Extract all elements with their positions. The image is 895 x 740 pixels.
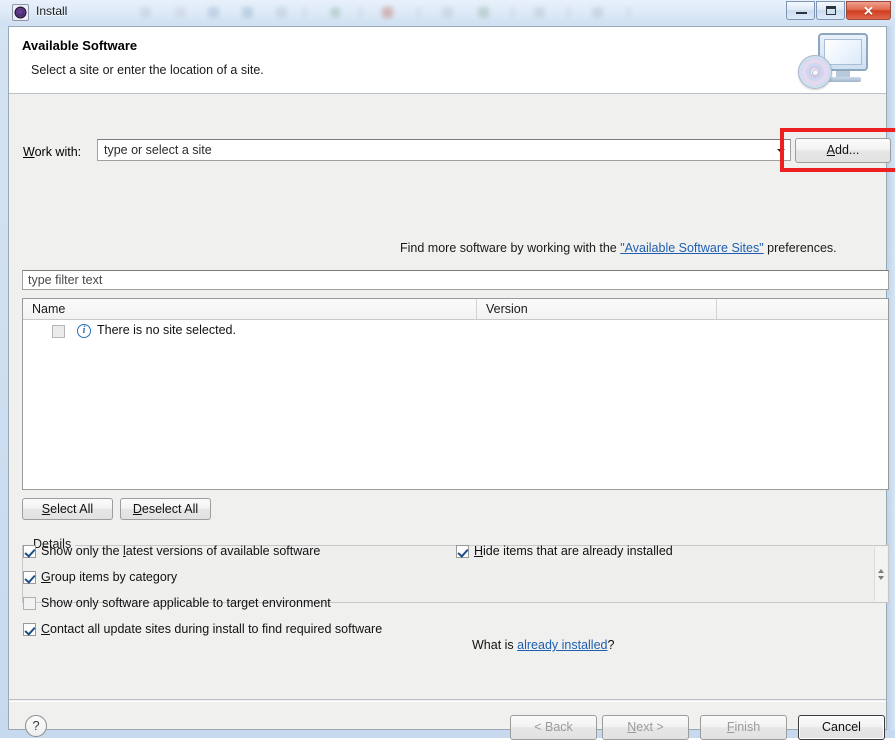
title-bar: Install ✕ xyxy=(0,0,895,25)
add-button[interactable]: Add... xyxy=(795,138,891,163)
maximize-button[interactable] xyxy=(816,1,845,20)
checkbox[interactable] xyxy=(23,623,36,636)
option-label: Group items by category xyxy=(41,570,178,584)
eclipse-install-icon xyxy=(12,4,29,21)
select-all-button[interactable]: Select All xyxy=(22,498,113,520)
available-software-sites-link[interactable]: "Available Software Sites" xyxy=(620,241,763,255)
next-button[interactable]: Next > xyxy=(602,715,689,740)
minimize-button[interactable] xyxy=(786,1,815,20)
checkbox[interactable] xyxy=(23,545,36,558)
finish-button[interactable]: Finish xyxy=(700,715,787,740)
option-label: Hide items that are already installed xyxy=(474,544,673,558)
details-scrollbar[interactable] xyxy=(874,547,887,601)
close-icon: ✕ xyxy=(863,3,874,18)
monitor-with-disc-icon xyxy=(796,31,874,91)
option-label: Show only the latest versions of availab… xyxy=(41,544,321,558)
back-button[interactable]: < Back xyxy=(510,715,597,740)
help-button[interactable]: ? xyxy=(25,715,47,737)
option-label: Show only software applicable to target … xyxy=(41,596,331,610)
checkbox[interactable] xyxy=(23,597,36,610)
chevron-down-icon xyxy=(777,149,785,153)
page-title: Available Software xyxy=(22,38,138,53)
row-checkbox xyxy=(52,325,65,338)
what-is-already-installed-text: What is already installed? xyxy=(472,638,615,652)
table-row[interactable]: i There is no site selected. xyxy=(23,320,888,342)
window-title: Install xyxy=(36,4,68,18)
already-installed-link[interactable]: already installed xyxy=(517,638,607,652)
table-header: Name Version xyxy=(23,299,888,320)
filter-placeholder: type filter text xyxy=(28,273,103,287)
software-table[interactable]: Name Version i There is no site selected… xyxy=(22,298,889,490)
scroll-up-icon[interactable] xyxy=(878,569,884,573)
column-header-version[interactable]: Version xyxy=(477,299,717,319)
background-toolbar-ghost xyxy=(130,3,690,23)
work-with-label: Work with: xyxy=(23,145,82,159)
install-dialog-window: Install ✕ Available Software Select a si… xyxy=(0,0,895,740)
dialog-body: Work with: type or select a site Add... … xyxy=(9,94,895,740)
deselect-all-button[interactable]: Deselect All xyxy=(120,498,211,520)
question-mark-icon: ? xyxy=(32,718,40,733)
find-more-software-text: Find more software by working with the "… xyxy=(400,241,837,255)
info-icon: i xyxy=(77,324,91,338)
work-with-value: type or select a site xyxy=(104,143,212,157)
page-subtitle: Select a site or enter the location of a… xyxy=(31,63,264,77)
column-header-blank[interactable] xyxy=(717,299,888,319)
scroll-down-icon[interactable] xyxy=(878,576,884,580)
cancel-button[interactable]: Cancel xyxy=(798,715,885,740)
window-controls: ✕ xyxy=(785,1,891,20)
checkbox[interactable] xyxy=(23,571,36,584)
footer-separator xyxy=(9,699,886,700)
footer-separator-highlight xyxy=(9,701,886,702)
work-with-combo[interactable]: type or select a site xyxy=(97,139,791,161)
filter-input[interactable]: type filter text xyxy=(22,270,889,290)
column-header-name[interactable]: Name xyxy=(23,299,477,319)
checkbox[interactable] xyxy=(456,545,469,558)
dialog-client: Available Software Select a site or ente… xyxy=(8,26,895,740)
row-label: There is no site selected. xyxy=(97,323,236,337)
close-button[interactable]: ✕ xyxy=(846,1,891,20)
wizard-header: Available Software Select a site or ente… xyxy=(9,27,886,94)
option-label: Contact all update sites during install … xyxy=(41,622,383,636)
